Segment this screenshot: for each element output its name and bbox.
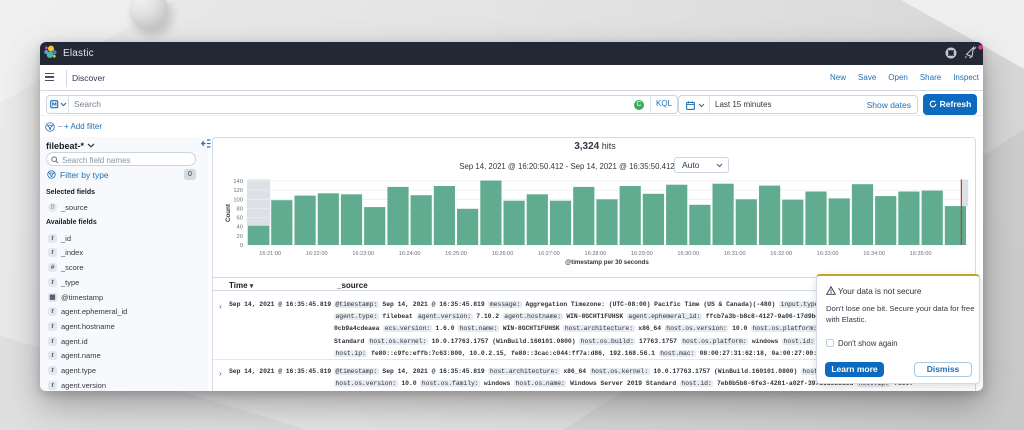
svg-text:16:24:00: 16:24:00: [399, 251, 421, 257]
svg-text:140: 140: [233, 179, 243, 185]
svg-text:20: 20: [237, 234, 243, 240]
svg-text:16:35:00: 16:35:00: [910, 251, 932, 257]
svg-text:120: 120: [233, 188, 243, 194]
svg-text:16:27:00: 16:27:00: [538, 251, 560, 257]
svg-text:16:32:00: 16:32:00: [770, 251, 792, 257]
svg-text:16:31:00: 16:31:00: [724, 251, 746, 257]
svg-text:16:26:00: 16:26:00: [492, 251, 514, 257]
svg-text:16:25:00: 16:25:00: [445, 251, 467, 257]
svg-text:40: 40: [237, 225, 243, 231]
svg-text:60: 60: [237, 216, 243, 222]
svg-text:16:30:00: 16:30:00: [677, 251, 699, 257]
svg-text:16:33:00: 16:33:00: [817, 251, 839, 257]
svg-text:80: 80: [237, 206, 243, 212]
svg-text:100: 100: [233, 197, 243, 203]
svg-text:16:22:00: 16:22:00: [306, 251, 328, 257]
svg-text:16:23:00: 16:23:00: [352, 251, 374, 257]
svg-text:@timestamp per 30 seconds: @timestamp per 30 seconds: [565, 259, 649, 266]
svg-text:16:28:00: 16:28:00: [585, 251, 607, 257]
svg-text:16:29:00: 16:29:00: [631, 251, 653, 257]
svg-text:16:21:00: 16:21:00: [259, 251, 281, 257]
svg-text:16:34:00: 16:34:00: [863, 251, 885, 257]
svg-text:0: 0: [240, 243, 243, 249]
svg-text:Count: Count: [225, 204, 232, 222]
